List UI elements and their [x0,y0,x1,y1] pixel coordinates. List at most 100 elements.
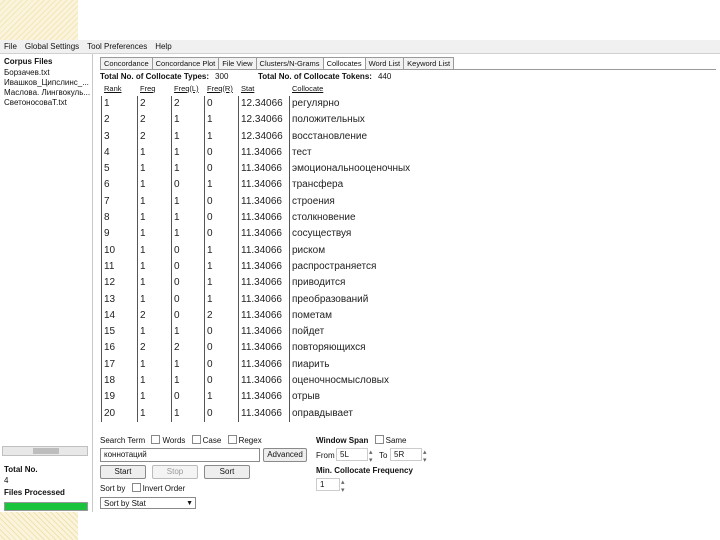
collocate-cell: регулярно [292,98,340,109]
freq-cell: 1 [140,212,146,224]
min-frequency-input[interactable]: 1 [316,478,340,491]
freq-r-cell: 0 [207,195,213,207]
collocate-tokens-summary: Total No. of Collocate Tokens: 440 [258,72,391,81]
table-row[interactable]: 3 2 1 1 12.34066 восстановление [100,129,716,145]
table-row[interactable]: 16 2 2 0 11.34066 повторяющихся [100,340,716,356]
corpus-horizontal-scrollbar[interactable] [2,446,88,456]
rank-cell: 13 [104,293,116,305]
table-row[interactable]: 4 1 1 0 11.34066 тест [100,145,716,161]
words-label: Words [162,436,186,445]
table-row[interactable]: 15 1 1 0 11.34066 пойдет [100,324,716,340]
from-spinner-icon[interactable]: ▴ ▾ [369,448,373,464]
window-span-from-label: From [316,451,335,460]
collocate-cell: оценочносмысловых [292,375,389,387]
collocate-cell: положительных [292,114,365,126]
window-span-label: Window Span [316,436,369,445]
corpus-file-item[interactable]: Борзачев.txt [4,68,92,78]
to-spinner-icon[interactable]: ▴ ▾ [423,448,427,464]
search-controls: Search Term Words Case Regex коннотаций … [96,434,720,512]
to-span-input[interactable]: 5R [390,448,422,461]
min-frequency-label: Min. Collocate Frequency [316,466,413,475]
freq-r-cell: 0 [207,342,213,354]
table-row[interactable]: 11 1 0 1 11.34066 распространяется [100,259,716,275]
min-frequency-spinner-icon[interactable]: ▴ ▾ [341,478,345,494]
freq-cell: 1 [140,244,146,256]
column-header-rank[interactable]: Rank [104,84,122,93]
rank-cell: 14 [104,309,116,321]
menu-file[interactable]: File [0,40,21,53]
sort-button[interactable]: Sort [204,465,250,479]
freq-r-cell: 1 [207,277,213,289]
stat-cell: 11.34066 [241,195,282,207]
table-row[interactable]: 9 1 1 0 11.34066 сосуществуя [100,226,716,242]
freq-r-cell: 0 [207,212,213,224]
start-button[interactable]: Start [100,465,146,479]
freq-l-cell: 1 [174,130,180,142]
menu-help[interactable]: Help [151,40,175,53]
from-span-input[interactable]: 5L [336,448,368,461]
rank-cell: 6 [104,179,110,191]
table-row[interactable]: 6 1 0 1 11.34066 трансфера [100,177,716,193]
freq-r-cell: 1 [207,391,213,403]
same-checkbox[interactable] [374,435,384,445]
freq-cell: 1 [140,146,146,158]
collocate-tokens-label: Total No. of Collocate Tokens: [258,72,372,81]
freq-l-cell: 1 [174,163,180,175]
table-row[interactable]: 19 1 0 1 11.34066 отрыв [100,389,716,405]
collocate-tokens-value: 440 [377,72,392,81]
column-header-freq-r[interactable]: Freq(R) [207,84,233,93]
progress-fill [5,503,87,510]
collocate-cell: пометам [292,309,332,321]
stat-cell: 11.34066 [241,260,282,272]
table-row[interactable]: 20 1 1 0 11.34066 оправдывает [100,406,716,422]
menu-global-settings[interactable]: Global Settings [21,40,83,53]
regex-checkbox[interactable] [227,435,237,445]
collocate-cell: сосуществуя [292,228,352,240]
scrollbar-thumb[interactable] [33,448,59,454]
table-row[interactable]: 14 2 0 2 11.34066 пометам [100,308,716,324]
freq-r-cell: 1 [207,244,213,256]
freq-r-cell: 0 [207,146,213,158]
collocate-cell: столкновение [292,212,356,224]
freq-cell: 1 [140,326,146,338]
collocate-table-body: 1 2 2 0 12.34066 регулярно 2 2 1 1 12.34066 положит… [100,96,716,422]
table-row[interactable]: 8 1 1 0 11.34066 столкновение [100,210,716,226]
stat-cell: 11.34066 [241,212,282,224]
freq-l-cell: 0 [174,179,180,191]
table-row[interactable]: 2 2 1 1 12.34066 положительных [100,112,716,128]
collocate-cell: трансфера [292,179,344,191]
case-checkbox[interactable] [191,435,201,445]
files-processed-progress [4,502,88,511]
table-row[interactable]: 18 1 1 0 11.34066 оценочносмысловых [100,373,716,389]
freq-cell: 1 [140,293,146,305]
table-row[interactable]: 5 1 1 0 11.34066 эмоциональнооценочных [100,161,716,177]
collocate-types-label: Total No. of Collocate Types: [100,72,210,81]
table-row[interactable]: 7 1 1 0 11.34066 строения [100,194,716,210]
main-panel: Concordance Concordance Plot File View C… [96,54,720,512]
menu-tool-preferences[interactable]: Tool Preferences [83,40,151,53]
table-row[interactable]: 1 2 2 0 12.34066 регулярно [100,96,716,112]
table-row[interactable]: 10 1 0 1 11.34066 риском [100,243,716,259]
table-row[interactable]: 13 1 0 1 11.34066 преобразований [100,292,716,308]
table-row[interactable]: 17 1 1 0 11.34066 пиарить [100,357,716,373]
invert-order-checkbox[interactable] [131,483,141,493]
advanced-button[interactable]: Advanced [263,448,307,462]
table-row[interactable]: 12 1 0 1 11.34066 приводится [100,275,716,291]
column-header-stat[interactable]: Stat [241,84,254,93]
slide-decoration-top [0,0,78,40]
stop-button[interactable]: Stop [152,465,198,479]
invert-order-label: Invert Order [142,484,186,493]
collocate-cell: эмоциональнооценочных [292,163,411,175]
freq-r-cell: 1 [207,130,213,142]
column-header-freq-l[interactable]: Freq(L) [174,84,199,93]
words-checkbox[interactable] [151,435,161,445]
corpus-file-item[interactable]: Ивашков_Ципслинс_... [4,78,92,88]
freq-cell: 2 [140,309,146,321]
column-header-collocate[interactable]: Collocate [292,84,323,93]
search-input[interactable]: коннотаций [100,448,260,462]
freq-l-cell: 1 [174,375,180,387]
corpus-file-item[interactable]: СветоносоваТ.txt [4,98,92,108]
corpus-file-item[interactable]: Маслова. Лингвокуль... [4,88,92,98]
sort-by-select[interactable]: Sort by Stat ▼ [100,497,196,509]
column-header-freq[interactable]: Freq [140,84,155,93]
